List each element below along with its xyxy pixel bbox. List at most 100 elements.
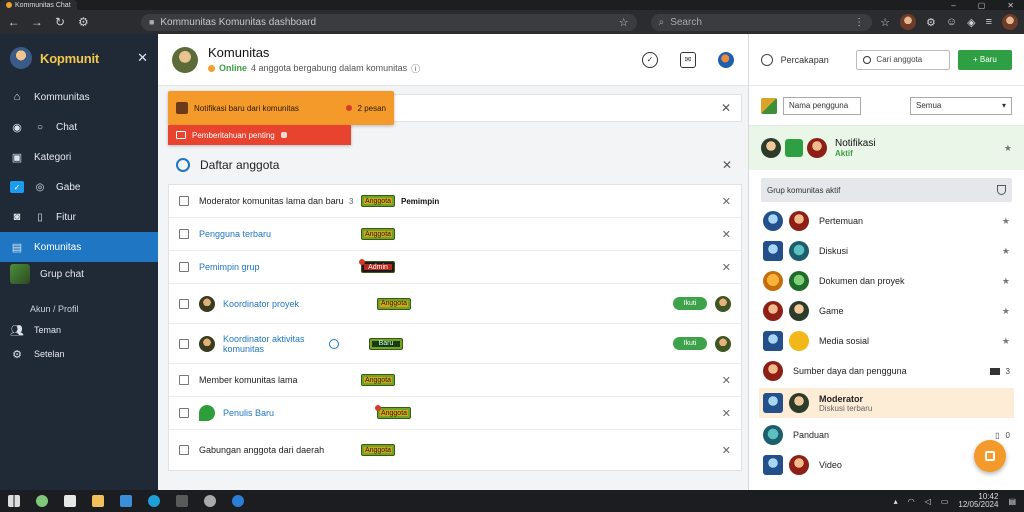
member-name[interactable]: Pemimpin grup [199,262,349,272]
member-name[interactable]: Koordinator proyek [223,299,365,309]
taskbar-app-icon[interactable] [64,495,76,507]
browser-search[interactable]: ⌕ Search ⋮ [650,13,873,31]
new-conversation-button[interactable]: + Baru [957,49,1012,70]
settings-icon[interactable]: ⚙ [926,16,936,29]
close-notification-icon[interactable]: ✕ [721,101,741,115]
user-avatar[interactable] [1002,14,1019,30]
row-checkbox[interactable] [179,298,189,309]
file-explorer-icon[interactable] [92,495,104,507]
conversation-item[interactable]: Media sosial ★ [749,326,1024,356]
profile-avatar-small[interactable] [900,14,917,30]
close-search-icon[interactable]: ✕ [722,158,742,172]
sidebar-item-chat[interactable]: ◉ ○ Chat [0,112,158,142]
conversation-item[interactable]: Game ★ [749,296,1024,326]
member-name[interactable]: Pengguna terbaru [199,229,349,239]
conversation-item-highlighted[interactable]: Moderator Diskusi terbaru [759,388,1014,418]
sidebar-item-teman[interactable]: 👥︎ Teman [0,318,158,342]
info-icon[interactable]: ⓘ [411,62,420,75]
compose-fab-button[interactable] [974,440,1006,472]
store-icon[interactable] [120,495,132,507]
highlighted-conversation[interactable]: Notifikasi Aktif ★ [749,126,1024,170]
row-checkbox[interactable] [179,408,189,418]
notifications-icon[interactable]: ▤ [1008,497,1016,506]
extensions-icon[interactable]: ⚙ [76,14,91,30]
conversation-item[interactable]: Dokumen dan proyek ★ [749,266,1024,296]
chrome-browser-icon[interactable] [232,495,244,507]
close-sidebar-icon[interactable]: ✕ [137,50,148,66]
conversation-item[interactable]: Pertemuan ★ [749,206,1024,236]
row-checkbox[interactable] [179,375,189,385]
conversation-item[interactable]: Sumber daya dan pengguna 3 [749,356,1024,386]
table-row[interactable]: Penulis Baru Anggota ✕ [169,397,741,430]
sidebar-item-kommunitas[interactable]: ⌂ Kommunitas [0,82,158,112]
member-name[interactable]: Koordinator aktivitas komunitas [223,334,323,354]
minimize-icon[interactable]: – [951,1,955,10]
row-checkbox[interactable] [179,338,189,349]
follow-button[interactable]: Ikuti [673,337,707,350]
community-avatar[interactable] [172,46,198,73]
member-search-input[interactable]: Cari anggota [856,49,950,70]
pin-icon[interactable]: ★ [1002,276,1010,287]
edge-browser-icon[interactable] [148,495,160,507]
network-icon[interactable]: ◠ [908,497,915,506]
check-circle-icon[interactable]: ✓ [642,51,658,68]
table-row[interactable]: Pengguna terbaru Anggota ✕ [169,218,741,251]
toast-primary[interactable]: Notifikasi baru dari komunitas 2 pesan [168,91,394,125]
back-icon[interactable]: ← [6,14,21,30]
pin-icon[interactable]: ★ [1002,216,1010,227]
pin-icon[interactable]: ★ [1002,306,1010,317]
filter-select[interactable]: Semua ▾ [910,96,1012,115]
mic-icon[interactable]: ⋮ [854,17,864,28]
remove-row-icon[interactable]: ✕ [722,261,731,274]
pin-icon[interactable]: ★ [1002,336,1010,347]
sidebar-item-kategori[interactable]: ▣ Kategori [0,142,158,172]
bookmark-star-icon[interactable]: ☆ [619,16,629,29]
sidebar-item-komunitas[interactable]: ▤ Komunitas [0,232,158,262]
row-checkbox[interactable] [179,196,189,206]
table-row[interactable]: Pemimpin grup Admin ✕ [169,251,741,284]
table-row[interactable]: Member komunitas lama Anggota ✕ [169,364,741,397]
chevron-up-icon[interactable]: ▴ [894,497,898,506]
remove-row-icon[interactable]: ✕ [722,374,731,387]
clock[interactable]: 10:42 12/05/2024 [958,493,998,509]
group-header[interactable]: Grup komunitas aktif [761,178,1012,202]
sidebar-item-fitur[interactable]: ◙ ▯ Fitur [0,202,158,232]
toast-dismiss-icon[interactable] [280,132,287,138]
remove-row-icon[interactable]: ✕ [722,228,731,241]
forward-icon[interactable]: → [29,14,44,30]
pin-icon[interactable]: ★ [1002,246,1010,257]
table-row[interactable]: Koordinator aktivitas komunitas Baru Iku… [169,324,741,364]
smile-icon[interactable]: ☺ [946,16,957,28]
volume-icon[interactable]: ◁ [925,497,931,506]
taskbar-app-icon[interactable] [204,495,216,507]
sidebar-item-grup-chat[interactable]: Grup chat [0,262,158,286]
battery-icon[interactable]: ▭ [941,497,949,506]
menu-icon[interactable]: ≡ [986,16,992,28]
sidebar-item-gabe[interactable]: ✓ ◎ Gabe [0,172,158,202]
remove-row-icon[interactable]: ✕ [722,444,731,457]
remove-row-icon[interactable]: ✕ [722,195,731,208]
sidebar-item-setelan[interactable]: ⚙ Setelan [0,342,158,366]
row-checkbox[interactable] [179,445,189,455]
address-bar[interactable]: ■ Kommunitas Komunitas dashboard ☆ [140,13,637,31]
username-filter-input[interactable]: Nama pengguna [783,96,861,115]
bookmark-icon[interactable]: ☆ [880,16,890,29]
close-window-icon[interactable]: ✕ [1007,1,1014,10]
reload-icon[interactable]: ↻ [52,14,67,30]
maximize-icon[interactable]: ▢ [978,1,986,10]
pin-icon[interactable]: ★ [1004,143,1012,154]
member-name[interactable]: Penulis Baru [223,408,365,418]
browser-tab[interactable]: Kommunitas Chat [0,0,77,10]
table-row[interactable]: Gabungan anggota dari daerah Anggota ✕ [169,430,741,470]
conversation-item[interactable]: Diskusi ★ [749,236,1024,266]
inbox-icon[interactable]: ✉ [680,51,696,68]
toast-secondary[interactable]: Pemberitahuan penting [168,125,351,145]
remove-row-icon[interactable]: ✕ [722,407,731,420]
shield-icon[interactable]: ◈ [967,16,975,29]
table-row[interactable]: Moderator komunitas lama dan baru 3 Angg… [169,185,741,218]
globe-icon[interactable] [718,51,734,68]
row-checkbox[interactable] [179,229,189,239]
table-row[interactable]: Koordinator proyek Anggota Ikuti [169,284,741,324]
search-icon[interactable] [176,158,190,172]
row-checkbox[interactable] [179,262,189,272]
